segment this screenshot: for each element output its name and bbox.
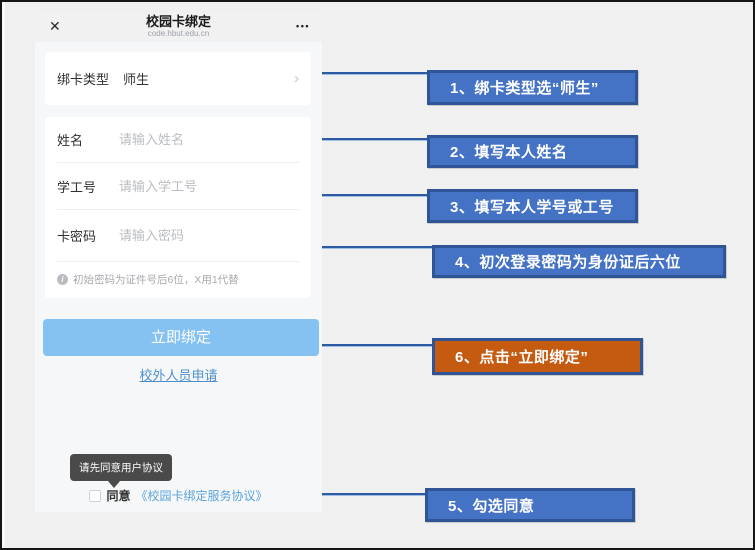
more-menu-icon[interactable]: ••• bbox=[296, 21, 310, 31]
student-id-input[interactable] bbox=[119, 179, 299, 194]
callout-step-5: 5、勾选同意 bbox=[425, 488, 635, 522]
agreement-link[interactable]: 《校园卡绑定服务协议》 bbox=[136, 487, 268, 504]
connector-line-step1 bbox=[322, 72, 428, 75]
card-password-input[interactable] bbox=[119, 228, 299, 243]
page-domain: code.hbut.edu.cn bbox=[35, 29, 322, 38]
callout-step-4: 4、初次登录密码为身份证后六位 bbox=[432, 245, 726, 278]
callout-step-2: 2、填写本人姓名 bbox=[427, 135, 638, 168]
agreement-tooltip: 请先同意用户协议 bbox=[70, 454, 172, 481]
card-password-label: 卡密码 bbox=[57, 226, 119, 245]
tutorial-canvas: ✕ 校园卡绑定 code.hbut.edu.cn ••• 绑卡类型 师生 › 姓… bbox=[0, 0, 755, 550]
student-id-row: 学工号 bbox=[57, 163, 299, 210]
external-applicant-link[interactable]: 校外人员申请 bbox=[139, 368, 217, 383]
agreement-checkbox[interactable] bbox=[89, 490, 101, 502]
navbar: ✕ 校园卡绑定 code.hbut.edu.cn ••• bbox=[35, 12, 322, 42]
name-input[interactable] bbox=[119, 132, 299, 147]
connector-line-step2 bbox=[322, 138, 428, 141]
bind-now-button[interactable]: 立即绑定 bbox=[43, 319, 319, 356]
external-link-row: 校外人员申请 bbox=[35, 365, 322, 385]
connector-line-step5 bbox=[322, 493, 426, 496]
password-hint-text: 初始密码为证件号后6位，X用1代替 bbox=[73, 272, 239, 287]
name-row: 姓名 bbox=[57, 117, 299, 163]
callout-step-3: 3、填写本人学号或工号 bbox=[427, 189, 638, 223]
connector-line-step4 bbox=[322, 246, 433, 249]
connector-line-step6 bbox=[322, 344, 433, 347]
name-label: 姓名 bbox=[57, 130, 119, 149]
card-type-value: 师生 bbox=[123, 69, 149, 88]
agreement-row: 同意 《校园卡绑定服务协议》 bbox=[35, 487, 322, 504]
info-icon: i bbox=[57, 274, 68, 285]
agreement-tooltip-text: 请先同意用户协议 bbox=[79, 462, 163, 474]
card-password-row: 卡密码 bbox=[57, 210, 299, 262]
navbar-title-block: 校园卡绑定 code.hbut.edu.cn bbox=[35, 15, 322, 38]
phone-screenshot: ✕ 校园卡绑定 code.hbut.edu.cn ••• 绑卡类型 师生 › 姓… bbox=[35, 12, 322, 512]
password-hint-row: i 初始密码为证件号后6位，X用1代替 bbox=[57, 262, 299, 296]
callout-step-1: 1、绑卡类型选“师生” bbox=[427, 70, 638, 105]
card-type-row[interactable]: 绑卡类型 师生 › bbox=[45, 52, 311, 105]
card-type-label: 绑卡类型 bbox=[57, 69, 123, 88]
connector-line-step3 bbox=[322, 194, 428, 197]
chevron-right-icon: › bbox=[294, 71, 299, 86]
form-card: 姓名 学工号 卡密码 i 初始密码为证件号后6位，X用1代替 bbox=[45, 117, 311, 298]
agree-label: 同意 bbox=[106, 487, 130, 504]
page-title: 校园卡绑定 bbox=[35, 15, 322, 29]
callout-step-6: 6、点击“立即绑定” bbox=[432, 338, 643, 375]
student-id-label: 学工号 bbox=[57, 177, 119, 196]
